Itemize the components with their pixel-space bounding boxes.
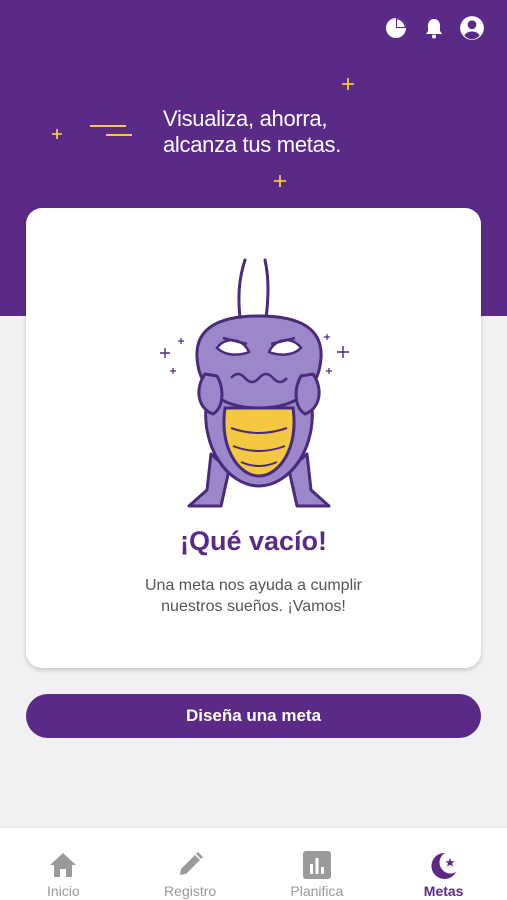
star-decoration [274, 175, 286, 187]
account-icon[interactable] [459, 15, 485, 41]
nav-item-registro[interactable]: Registro [127, 828, 254, 900]
moon-star-icon [428, 849, 460, 881]
empty-state-line-2: nuestros sueños. ¡Vamos! [161, 598, 346, 615]
empty-state-card: ¡Qué vacío! Una meta nos ayuda a cumplir… [26, 208, 481, 668]
empty-state-line-1: Una meta nos ayuda a cumplir [145, 577, 362, 594]
top-icons [383, 15, 485, 41]
pencil-icon [174, 849, 206, 881]
sparkle-decoration [52, 125, 132, 139]
crescent-moon-icon [408, 91, 450, 164]
mascot-illustration [160, 258, 349, 508]
nav-label-registro: Registro [164, 883, 217, 899]
tagline-line-2: alcanza tus metas. [163, 132, 342, 157]
star-decoration [342, 78, 354, 90]
tagline: Visualiza, ahorra, alcanza tus metas. [163, 106, 341, 158]
nav-label-inicio: Inicio [47, 883, 80, 899]
bar-chart-icon [301, 849, 333, 881]
home-icon [47, 849, 79, 881]
design-goal-button[interactable]: Diseña una meta [26, 694, 481, 738]
empty-state-description: Una meta nos ayuda a cumplir nuestros su… [26, 575, 481, 617]
empty-state-title: ¡Qué vacío! [179, 526, 328, 556]
nav-label-planifica: Planifica [290, 883, 344, 899]
bottom-navigation: Inicio Registro Planifica Metas [0, 828, 507, 900]
nav-item-metas[interactable]: Metas [380, 828, 507, 900]
nav-label-metas: Metas [423, 883, 464, 899]
tagline-line-1: Visualiza, ahorra, [163, 106, 328, 131]
bell-icon[interactable] [421, 15, 447, 41]
pie-chart-icon[interactable] [383, 15, 409, 41]
nav-item-inicio[interactable]: Inicio [0, 828, 127, 900]
nav-item-planifica[interactable]: Planifica [254, 828, 381, 900]
